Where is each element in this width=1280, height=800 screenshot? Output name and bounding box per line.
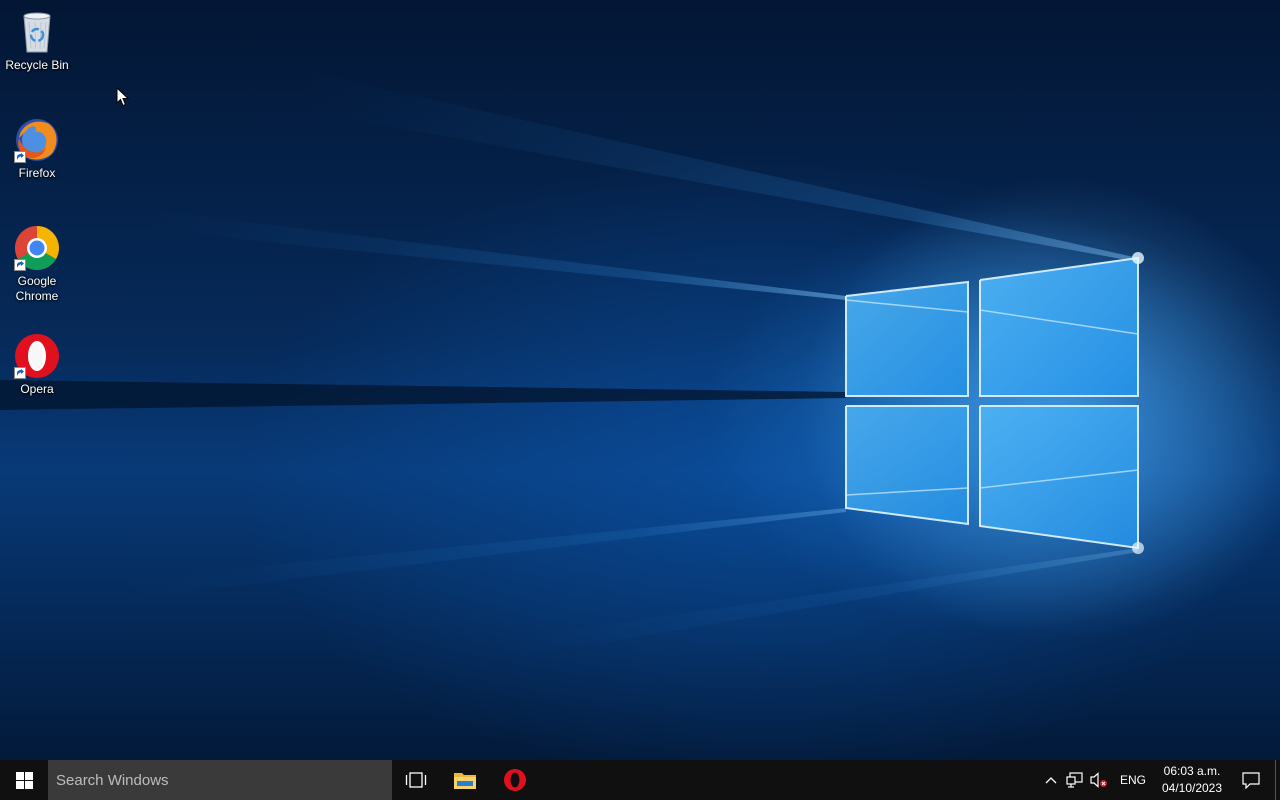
clock-time: 06:03 a.m. — [1163, 764, 1221, 778]
shortcut-arrow-icon — [14, 367, 26, 379]
opera-icon — [13, 332, 61, 380]
clock-date: 04/10/2023 — [1161, 781, 1223, 795]
desktop-icon-label: Google Chrome — [15, 274, 59, 303]
recycle-bin-icon — [13, 8, 61, 56]
system-tray: ENG 06:03 a.m. 04/10/2023 — [1039, 760, 1280, 800]
desktop-icon-firefox[interactable]: Firefox — [0, 116, 74, 181]
desktop-icon-label: Firefox — [18, 166, 56, 180]
start-button[interactable] — [0, 760, 48, 800]
chevron-up-icon — [1045, 777, 1057, 784]
shortcut-arrow-icon — [14, 151, 26, 163]
wallpaper — [0, 70, 1280, 660]
desktop-icon-google-chrome[interactable]: Google Chrome — [0, 224, 74, 304]
clock[interactable]: 06:03 a.m. 04/10/2023 — [1157, 763, 1227, 797]
notification-icon — [1242, 771, 1260, 789]
task-view-icon — [405, 772, 427, 788]
desktop[interactable]: Recycle Bin Firefox Google Chrome Opera — [0, 0, 1280, 760]
desktop-icon-opera[interactable]: Opera — [0, 332, 74, 397]
show-hidden-icons-button[interactable] — [1039, 760, 1063, 800]
search-input[interactable] — [56, 771, 376, 789]
volume-button[interactable] — [1087, 760, 1111, 800]
desktop-icon-recycle-bin[interactable]: Recycle Bin — [0, 8, 74, 73]
search-box[interactable] — [48, 760, 392, 800]
opera-taskbar-button[interactable] — [490, 760, 540, 800]
task-view-button[interactable] — [392, 760, 440, 800]
network-button[interactable] — [1063, 760, 1087, 800]
opera-icon — [504, 769, 526, 791]
windows-logo-icon — [15, 771, 33, 789]
chrome-icon — [13, 224, 61, 272]
desktop-icon-label: Opera — [20, 382, 54, 396]
file-explorer-button[interactable] — [440, 760, 490, 800]
firefox-icon — [13, 116, 61, 164]
volume-muted-icon — [1090, 772, 1107, 788]
show-desktop-button[interactable] — [1275, 760, 1280, 800]
input-language-indicator[interactable]: ENG — [1111, 773, 1157, 787]
desktop-icon-label: Recycle Bin — [5, 58, 69, 72]
shortcut-arrow-icon — [14, 259, 26, 271]
network-icon — [1066, 772, 1083, 788]
file-explorer-icon — [454, 773, 476, 789]
action-center-button[interactable] — [1227, 760, 1275, 800]
mouse-cursor-icon — [116, 87, 130, 107]
taskbar: ENG 06:03 a.m. 04/10/2023 — [0, 760, 1280, 800]
